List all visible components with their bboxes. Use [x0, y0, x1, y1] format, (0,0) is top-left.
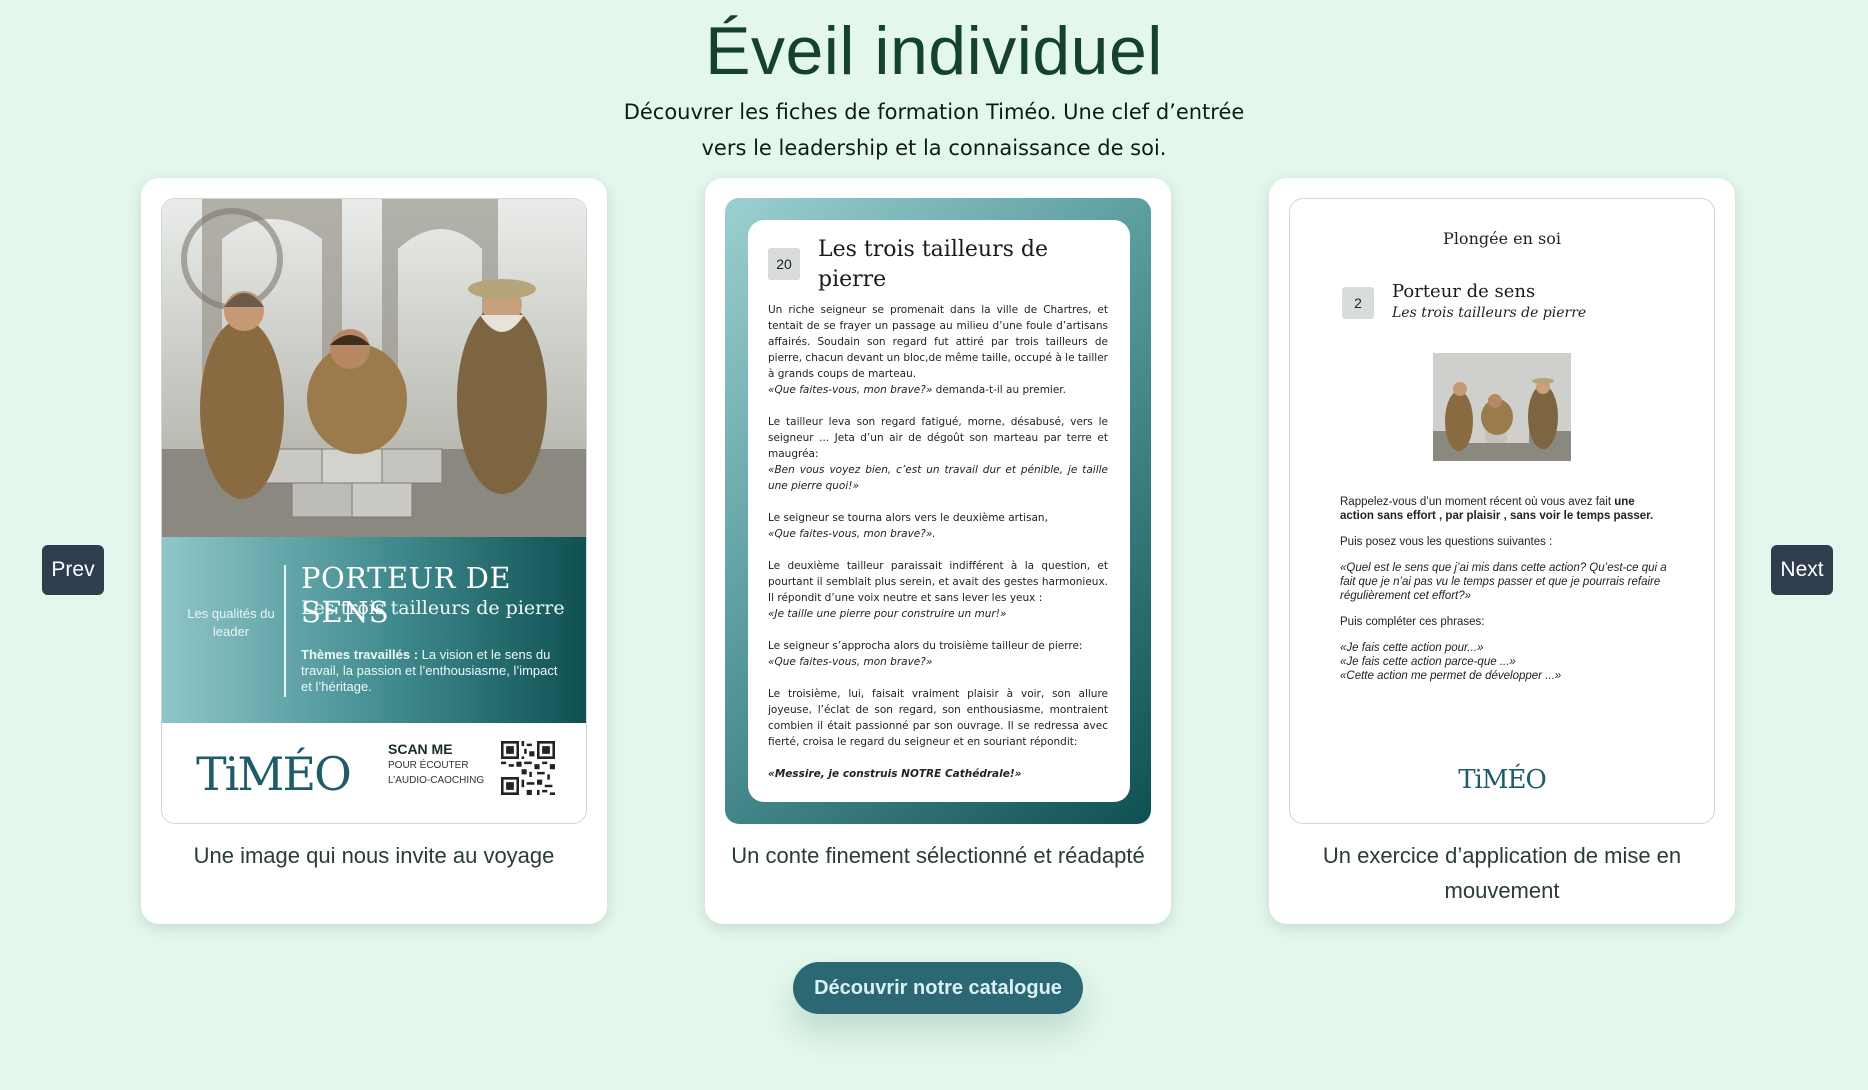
story-paragraph: Le seigneur s’approcha alors du troisièm… — [768, 638, 1108, 670]
story-quote: «Que faites-vous, mon brave?» — [768, 656, 933, 668]
carousel-card-story: 20 Les trois tailleurs de pierre Un rich… — [705, 178, 1171, 924]
scan-block: SCAN ME POUR ÉCOUTER L’AUDIO-CAOCHING — [388, 741, 484, 787]
cover-footer: TiMÉO SCAN ME POUR ÉCOUTER L’AUDIO-CAOCH… — [162, 723, 586, 823]
sheet-number: 2 — [1342, 287, 1374, 319]
sheet-story: 20 Les trois tailleurs de pierre Un rich… — [725, 198, 1151, 824]
story-quote: «Ben vous voyez bien, c’est un travail d… — [768, 464, 1108, 492]
exercise-text: Rappelez-vous d’un moment récent où vous… — [1340, 495, 1670, 695]
story-paper: 20 Les trois tailleurs de pierre Un rich… — [748, 220, 1130, 802]
divider — [284, 565, 286, 697]
prev-button[interactable]: Prev — [42, 545, 104, 595]
story-paragraph: Un riche seigneur se promenait dans la v… — [768, 302, 1108, 398]
themes-label: Thèmes travaillés : — [301, 647, 419, 662]
card-caption: Une image qui nous invite au voyage — [193, 843, 555, 868]
carousel-card-exercise: Plongée en soi 2 Porteur de sens Les tro… — [1269, 178, 1735, 924]
story-quote: «Que faites-vous, mon brave?». — [768, 528, 936, 540]
sheet-number: 20 — [768, 248, 800, 280]
next-button[interactable]: Next — [1771, 545, 1833, 595]
story-paragraph: Le troisième, lui, faisait vraiment plai… — [768, 686, 1108, 750]
sentence-3: «Cette action me permet de développer ..… — [1340, 670, 1562, 682]
page-title: Éveil individuel — [705, 13, 1163, 89]
sentence-1: «Je fais cette action pour...» — [1340, 642, 1484, 654]
exercise-complete-intro: Puis compléter ces phrases: — [1340, 616, 1485, 628]
story-text: Un riche seigneur se promenait dans la v… — [768, 302, 1108, 798]
exercise-subtitle: Les trois tailleurs de pierre — [1392, 305, 1587, 321]
story-paragraph: «Messire, je construis NOTRE Cathédrale!… — [768, 766, 1108, 782]
story-title: Les trois tailleurs de pierre — [818, 237, 1048, 292]
timeo-logo: TiMÉO — [1458, 765, 1547, 795]
timeo-logo: TiMÉO — [196, 747, 352, 801]
scan-line-2: L’AUDIO-CAOCHING — [388, 775, 485, 786]
qualities-label: Les qualités du leader — [187, 606, 275, 639]
stonemasons-illustration — [162, 199, 586, 537]
story-line: demanda-t-il au premier. — [932, 384, 1066, 396]
sheet-exercise: Plongée en soi 2 Porteur de sens Les tro… — [1289, 198, 1715, 824]
story-quote: «Messire, je construis NOTRE Cathédrale!… — [768, 768, 1022, 780]
card-caption: Un conte finement sélectionné et réadapt… — [731, 843, 1145, 868]
scan-line-1: POUR ÉCOUTER — [388, 760, 469, 771]
themes-text: Thèmes travaillés : La vision et le sens… — [301, 647, 561, 695]
exercise-question-intro: Puis posez vous les questions suivantes … — [1340, 536, 1553, 548]
story-line: Un riche seigneur se promenait dans la v… — [768, 304, 1108, 380]
cover-band: Les qualités du leader PORTEUR DE SENS L… — [162, 537, 586, 723]
qr-code-icon — [501, 741, 555, 795]
exercise-intro: Rappelez-vous d’un moment récent où vous… — [1340, 495, 1670, 523]
story-line: Le tailleur leva son regard fatigué, mor… — [768, 416, 1108, 460]
exercise-question: «Quel est le sens que j’ai mis dans cett… — [1340, 562, 1667, 602]
exercise-line: Rappelez-vous d’un moment récent où vous… — [1340, 496, 1615, 508]
story-quote: «Je taille une pierre pour construire un… — [768, 608, 1007, 620]
story-paragraph: Le seigneur se tourna alors vers le deux… — [768, 510, 1108, 542]
catalogue-button[interactable]: Découvrir notre catalogue — [793, 962, 1083, 1014]
exercise-title: Porteur de sens — [1392, 281, 1536, 302]
sentence-2: «Je fais cette action parce-que ...» — [1340, 656, 1516, 668]
story-quote: «Que faites-vous, mon brave?» — [768, 384, 933, 396]
story-paragraph: Le tailleur leva son regard fatigué, mor… — [768, 414, 1108, 494]
section-title: Plongée en soi — [1443, 229, 1561, 248]
story-line: Le deuxième tailleur paraissait indiffér… — [768, 560, 1108, 604]
story-line: Le troisième, lui, faisait vraiment plai… — [768, 688, 1108, 748]
page-subtitle: Découvrer les fiches de formation Timéo.… — [623, 100, 1245, 160]
carousel-card-image: Les qualités du leader PORTEUR DE SENS L… — [141, 178, 607, 924]
story-line: Le seigneur s’approcha alors du troisièm… — [768, 640, 1083, 652]
stonemasons-thumbnail — [1433, 353, 1571, 461]
story-line: Le seigneur se tourna alors vers le deux… — [768, 512, 1048, 524]
exercise-sentences: «Je fais cette action pour...» «Je fais c… — [1340, 641, 1670, 683]
story-paragraph: Le deuxième tailleur paraissait indiffér… — [768, 558, 1108, 622]
card-caption: Un exercice d’application de mise en mou… — [1322, 843, 1682, 903]
sheet-cover: Les qualités du leader PORTEUR DE SENS L… — [161, 198, 587, 824]
scan-title: SCAN ME — [388, 741, 453, 757]
cover-subheading: Les trois tailleurs de pierre — [301, 597, 565, 619]
